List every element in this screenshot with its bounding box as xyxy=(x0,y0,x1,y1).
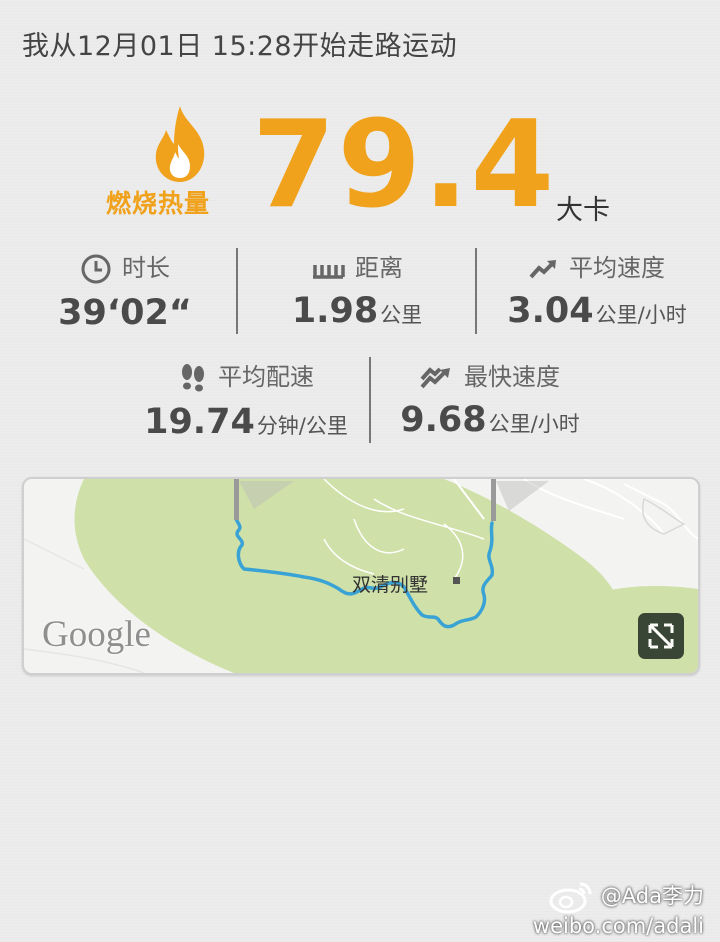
stat-duration: 时长 39‘02“ xyxy=(40,248,210,333)
fast-arrow-icon xyxy=(420,367,450,389)
stat-distance-label: 距离 xyxy=(355,254,403,282)
stat-distance-value: 1.98 xyxy=(291,291,379,331)
stat-avg-pace-value: 19.74 xyxy=(144,402,255,442)
stat-divider xyxy=(475,248,477,334)
stat-avg-pace-label: 平均配速 xyxy=(218,363,314,391)
stat-divider xyxy=(236,248,238,334)
trend-arrow-icon xyxy=(529,260,556,279)
stat-max-speed-value: 9.68 xyxy=(400,400,487,440)
google-logo: Google xyxy=(42,614,151,655)
stat-avg-speed: 平均速度 3.04公里/小时 xyxy=(492,248,702,331)
stat-avg-speed-label: 平均速度 xyxy=(569,254,665,282)
stat-max-speed-label: 最快速度 xyxy=(464,363,560,391)
stat-avg-pace: 平均配速 19.74分钟/公里 xyxy=(136,357,356,442)
watermark-handle: @Ada李力 xyxy=(600,884,704,908)
calorie-unit: 大卡 xyxy=(556,195,610,226)
stat-avg-speed-unit: 公里/小时 xyxy=(595,303,687,327)
stat-distance: 距离 1.98公里 xyxy=(262,248,452,331)
stat-distance-unit: 公里 xyxy=(380,303,423,327)
stat-max-speed-unit: 公里/小时 xyxy=(488,412,580,436)
footprints-icon xyxy=(182,364,204,392)
map-place-label: 双清别墅 xyxy=(352,574,429,596)
session-start-title: 我从12月01日 15:28开始走路运动 xyxy=(22,31,458,62)
weibo-icon xyxy=(549,882,592,914)
expand-icon xyxy=(648,623,674,649)
clock-icon xyxy=(81,254,111,284)
stat-duration-label: 时长 xyxy=(122,254,170,282)
calorie-label: 燃烧热量 xyxy=(106,189,211,218)
route-map[interactable]: 双清别墅 Google xyxy=(22,477,700,675)
stat-duration-value: 39‘02“ xyxy=(58,293,192,333)
expand-map-button[interactable] xyxy=(638,613,684,659)
calorie-summary: 燃烧热量 79.4 大卡 xyxy=(0,96,720,235)
watermark-url: weibo.com/adali xyxy=(532,914,704,938)
ruler-icon xyxy=(313,265,345,279)
flame-icon xyxy=(155,106,205,182)
weibo-watermark: @Ada李力 weibo.com/adali xyxy=(533,880,704,938)
stat-max-speed: 最快速度 9.68公里/小时 xyxy=(390,357,590,440)
stat-divider xyxy=(369,357,371,443)
map-place-marker xyxy=(453,577,460,584)
stat-avg-speed-value: 3.04 xyxy=(507,291,594,331)
stat-avg-pace-unit: 分钟/公里 xyxy=(256,414,348,438)
calorie-value: 79.4 xyxy=(252,96,557,235)
